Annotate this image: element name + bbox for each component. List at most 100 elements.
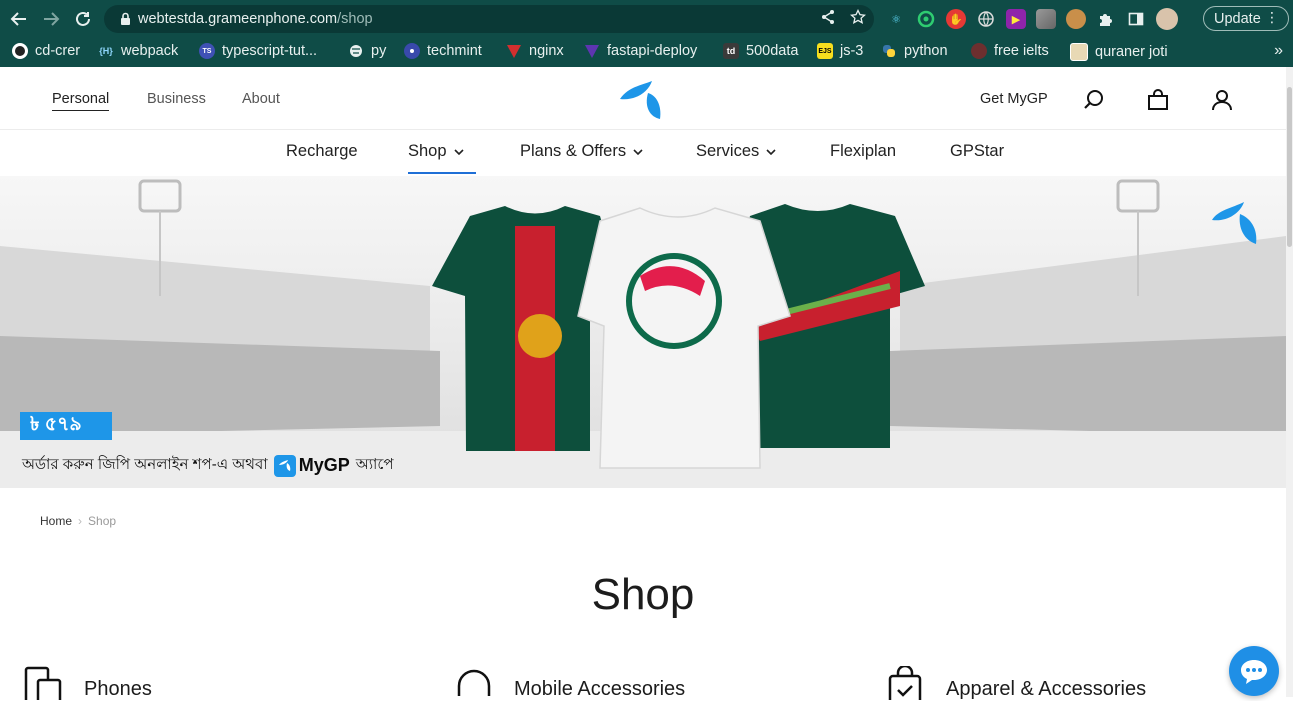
bookmark-label: cd-crer: [35, 43, 81, 59]
bookmark-item[interactable]: quraner joti: [1070, 43, 1168, 61]
bookmark-label: free ielts: [994, 43, 1049, 59]
hero-banner[interactable]: ৳ ৫৭৯ অর্ডার করুন জিপি অনলাইন শপ-এ অথবা …: [0, 176, 1286, 488]
chat-button[interactable]: [1229, 646, 1279, 696]
bookmark-label: techmint: [427, 43, 482, 59]
category-apparel-accessories[interactable]: Apparel & Accessories: [888, 666, 1146, 701]
bookmark-item[interactable]: {H} webpack: [98, 43, 178, 59]
bookmark-item[interactable]: techmint: [404, 43, 482, 59]
reload-icon: [76, 11, 90, 26]
address-bar[interactable]: webtestda.grameenphone.com/shop: [104, 5, 874, 33]
back-button[interactable]: [8, 8, 30, 30]
globe-extension-icon[interactable]: [976, 9, 996, 29]
webpack-icon: {H}: [99, 46, 113, 56]
nav-label: Recharge: [286, 142, 358, 160]
breadcrumb-home[interactable]: Home: [40, 514, 72, 528]
nav-plans-offers[interactable]: Plans & Offers: [520, 142, 643, 161]
category-phones[interactable]: Phones: [24, 666, 152, 701]
bookmark-star-icon[interactable]: [849, 8, 867, 30]
ejs-icon: EJS: [817, 43, 833, 59]
nav-label: Plans & Offers: [520, 142, 627, 160]
chevron-down-icon: [766, 148, 776, 155]
promo-text: অর্ডার করুন জিপি অনলাইন শপ-এ অথবা: [22, 456, 268, 473]
typescript-icon: TS: [199, 43, 215, 59]
update-button[interactable]: Update ⋮: [1203, 6, 1289, 31]
side-panel-icon[interactable]: [1126, 9, 1146, 29]
bookmark-label: nginx: [529, 43, 564, 59]
stadium-background: [0, 179, 1286, 488]
bookmark-item[interactable]: TS typescript-tut...: [199, 43, 317, 59]
gray-square-extension-icon[interactable]: [1036, 9, 1056, 29]
scrollbar-thumb[interactable]: [1287, 87, 1292, 247]
url-text: webtestda.grameenphone.com/shop: [138, 11, 373, 27]
arrow-left-icon: [10, 12, 26, 26]
mygp-label: MyGP: [298, 455, 350, 475]
user-account-icon[interactable]: [1210, 88, 1234, 112]
bookmark-label: 500data: [746, 43, 799, 59]
breadcrumb-separator: ›: [78, 514, 83, 528]
bookmark-item[interactable]: nginx: [506, 43, 564, 59]
promo-line: অর্ডার করুন জিপি অনলাইন শপ-এ অথবা MyGP অ…: [22, 453, 394, 478]
category-label: Apparel & Accessories: [946, 678, 1147, 700]
top-link-about[interactable]: About: [242, 91, 280, 107]
grameenphone-logo[interactable]: [618, 79, 666, 126]
page-scrollbar[interactable]: [1286, 67, 1293, 697]
kebab-menu-icon[interactable]: ⋮: [1265, 9, 1279, 26]
get-mygp-link[interactable]: Get MyGP: [980, 91, 1048, 107]
price-tag: ৳ ৫৭৯: [20, 412, 112, 440]
techmint-icon: [404, 43, 420, 59]
category-label: Mobile Accessories: [514, 678, 686, 700]
bookmark-label: python: [904, 43, 948, 59]
puzzle-extensions-icon[interactable]: [1096, 9, 1116, 29]
top-link-personal[interactable]: Personal: [52, 91, 110, 111]
white-jersey-center: [577, 207, 791, 469]
globe-icon: [348, 43, 364, 59]
breadcrumb-current: Shop: [88, 514, 117, 528]
promo-suffix: অ্যাপে: [355, 456, 394, 473]
react-devtools-icon[interactable]: ⚛: [886, 9, 906, 29]
profile-avatar-icon[interactable]: [1156, 8, 1178, 30]
nav-shop[interactable]: Shop: [408, 142, 476, 174]
update-label: Update: [1214, 10, 1261, 27]
shopping-bag-icon: [888, 666, 922, 700]
top-link-business[interactable]: Business: [147, 91, 206, 107]
nav-label: GPStar: [950, 142, 1005, 160]
reload-button[interactable]: [72, 8, 94, 30]
main-nav: Recharge Shop Plans & Offers Services Fl…: [0, 130, 1293, 176]
bookmark-item[interactable]: fastapi-deploy: [584, 43, 697, 59]
bookmark-item[interactable]: python: [881, 43, 948, 59]
green-circle-extension-icon[interactable]: [916, 9, 936, 29]
book-icon: [1070, 43, 1088, 61]
category-mobile-accessories[interactable]: Mobile Accessories: [456, 666, 685, 701]
bookmark-item[interactable]: cd-crer: [12, 43, 80, 59]
bookmark-item[interactable]: td 500data: [723, 43, 798, 59]
python-icon: [881, 43, 897, 59]
nav-flexiplan[interactable]: Flexiplan: [830, 142, 896, 161]
mygp-logo-icon: [273, 454, 296, 477]
bookmark-item[interactable]: py: [348, 43, 386, 59]
nav-recharge[interactable]: Recharge: [286, 142, 358, 161]
nav-label: Flexiplan: [830, 142, 897, 160]
nav-label: Shop: [408, 142, 447, 160]
bookmark-label: py: [371, 43, 387, 59]
forward-button[interactable]: [40, 8, 62, 30]
avatar-extension-icon[interactable]: [1066, 9, 1086, 29]
td-icon: td: [723, 43, 739, 59]
share-icon[interactable]: [820, 9, 836, 30]
bookmarks-overflow-icon[interactable]: »: [1274, 42, 1283, 60]
nav-gpstar[interactable]: GPStar: [950, 142, 1004, 161]
shopping-bag-icon[interactable]: [1146, 88, 1170, 112]
bookmark-label: quraner joti: [1095, 44, 1168, 60]
bookmark-item[interactable]: EJS js-3: [817, 43, 863, 59]
category-label: Phones: [84, 678, 152, 700]
github-icon: [12, 43, 28, 59]
red-shield-extension-icon[interactable]: ✋: [946, 9, 966, 29]
chat-bubble-icon: [1241, 660, 1267, 684]
chevron-down-icon: [633, 148, 643, 155]
nav-services[interactable]: Services: [696, 142, 776, 161]
search-icon[interactable]: [1082, 88, 1106, 112]
purple-extension-icon[interactable]: ▶: [1006, 9, 1026, 29]
bookmarks-bar: cd-crer {H} webpack TS typescript-tut...…: [0, 37, 1293, 67]
bookmark-item[interactable]: free ielts: [971, 43, 1049, 59]
headphones-icon: [457, 669, 491, 696]
arrow-right-icon: [44, 12, 60, 26]
